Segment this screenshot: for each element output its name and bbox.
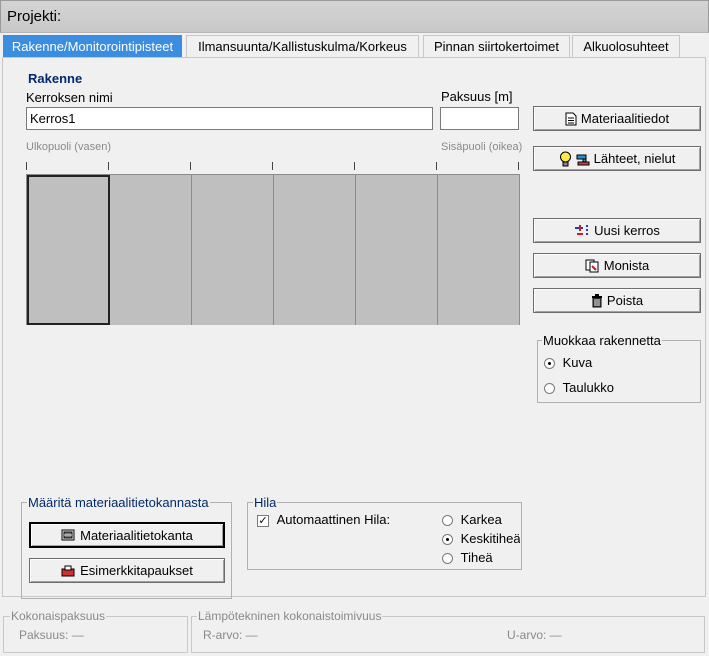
auto-grid-checkbox[interactable]: ✓ — [257, 514, 269, 527]
tab-ilmansuunta[interactable]: Ilmansuunta/Kallistuskulma/Korkeus — [186, 35, 419, 57]
radio-karkea[interactable] — [442, 515, 453, 527]
ruler-tick — [26, 162, 27, 170]
radio-taulukko[interactable] — [544, 383, 555, 395]
ruler-tick — [272, 162, 273, 170]
material-database-button[interactable]: Materiaalitietokanta — [29, 522, 225, 548]
tab-rakenne[interactable]: Rakenne/Monitorointipisteet — [3, 35, 182, 57]
option-label: Karkea — [460, 512, 502, 527]
auto-grid-option[interactable]: ✓ Automaattinen Hila: — [257, 512, 390, 527]
layer-name-label: Kerroksen nimi — [26, 90, 113, 105]
grid-title: Hila — [253, 495, 278, 510]
layer-block-6[interactable] — [438, 175, 519, 325]
outside-label: Ulkopuoli (vasen) — [26, 141, 111, 153]
option-label: Keskitiheä — [460, 531, 520, 546]
title-bar: Projekti: — [0, 0, 709, 33]
thickness-label: Paksuus [m] — [441, 89, 513, 104]
tab-pinnan-siirtokertoimet[interactable]: Pinnan siirtokertoimet — [423, 35, 570, 57]
option-label: Tiheä — [460, 550, 493, 565]
thickness-input[interactable] — [440, 107, 519, 130]
ruler-tick — [190, 162, 191, 170]
duplicate-label: Monista — [603, 258, 650, 273]
ruler-tick — [518, 162, 519, 170]
grid-option-tihea[interactable]: Tiheä — [442, 550, 493, 565]
layer-block-2[interactable] — [110, 175, 192, 325]
examples-icon — [61, 565, 75, 576]
new-layer-label: Uusi kerros — [594, 223, 660, 238]
material-info-label: Materiaalitiedot — [580, 111, 670, 126]
layer-ruler — [26, 162, 520, 170]
radio-tihea[interactable] — [442, 553, 453, 565]
sources-sinks-label: Lähteet, nielut — [593, 151, 676, 166]
thermal-title: Lämpötekninen kokonaistoimivuus — [197, 609, 383, 623]
delete-label: Poista — [606, 293, 644, 308]
layer-block-3[interactable] — [192, 175, 274, 325]
grid-option-karkea[interactable]: Karkea — [442, 512, 502, 527]
r-value-readout: R-arvo: — — [203, 628, 258, 642]
sources-sinks-button[interactable]: Lähteet, nielut — [533, 146, 701, 171]
grid-option-keskitihea[interactable]: Keskitiheä — [442, 531, 520, 546]
edit-mode-title: Muokkaa rakennetta — [542, 333, 662, 348]
ruler-tick — [108, 162, 109, 170]
material-db-group — [21, 502, 232, 599]
examples-label: Esimerkkitapaukset — [80, 563, 193, 578]
section-heading: Rakenne — [28, 71, 83, 86]
option-label: Kuva — [562, 355, 593, 370]
layer-canvas[interactable] — [26, 174, 520, 325]
material-db-title: Määritä materiaalitietokannasta — [27, 495, 210, 510]
ruler-tick — [354, 162, 355, 170]
lightbulb-icon — [559, 151, 571, 166]
duplicate-button[interactable]: Monista — [533, 253, 701, 278]
ruler-tick — [436, 162, 437, 170]
trash-icon — [591, 293, 602, 307]
total-thickness-title: Kokonaispaksuus — [10, 609, 107, 623]
examples-button[interactable]: Esimerkkitapaukset — [29, 558, 225, 583]
add-layer-icon — [575, 224, 589, 237]
layer-block-1[interactable] — [27, 175, 110, 325]
option-label: Taulukko — [562, 380, 614, 395]
auto-grid-label: Automaattinen Hila: — [276, 512, 391, 527]
faucet-icon — [576, 154, 590, 165]
tab-alkuolosuhteet[interactable]: Alkuolosuhteet — [572, 35, 680, 57]
thickness-readout: Paksuus: — — [19, 628, 84, 642]
u-value-readout: U-arvo: — — [507, 628, 562, 642]
edit-mode-option-kuva[interactable]: Kuva — [544, 355, 592, 370]
edit-mode-option-taulukko[interactable]: Taulukko — [544, 380, 614, 395]
layer-block-4[interactable] — [274, 175, 356, 325]
layer-name-input[interactable]: Kerros1 — [26, 107, 433, 130]
material-database-label: Materiaalitietokanta — [80, 527, 193, 543]
database-icon — [61, 529, 75, 541]
radio-kuva[interactable] — [544, 358, 555, 370]
window-title: Projekti: — [7, 8, 62, 25]
new-layer-button[interactable]: Uusi kerros — [533, 218, 701, 243]
delete-button[interactable]: Poista — [533, 288, 701, 313]
layer-block-5[interactable] — [356, 175, 438, 325]
radio-keskitihea[interactable] — [442, 534, 453, 546]
document-icon — [565, 112, 577, 125]
inside-label: Sisäpuoli (oikea) — [441, 141, 523, 153]
material-info-button[interactable]: Materiaalitiedot — [533, 106, 701, 131]
duplicate-icon — [585, 259, 599, 272]
